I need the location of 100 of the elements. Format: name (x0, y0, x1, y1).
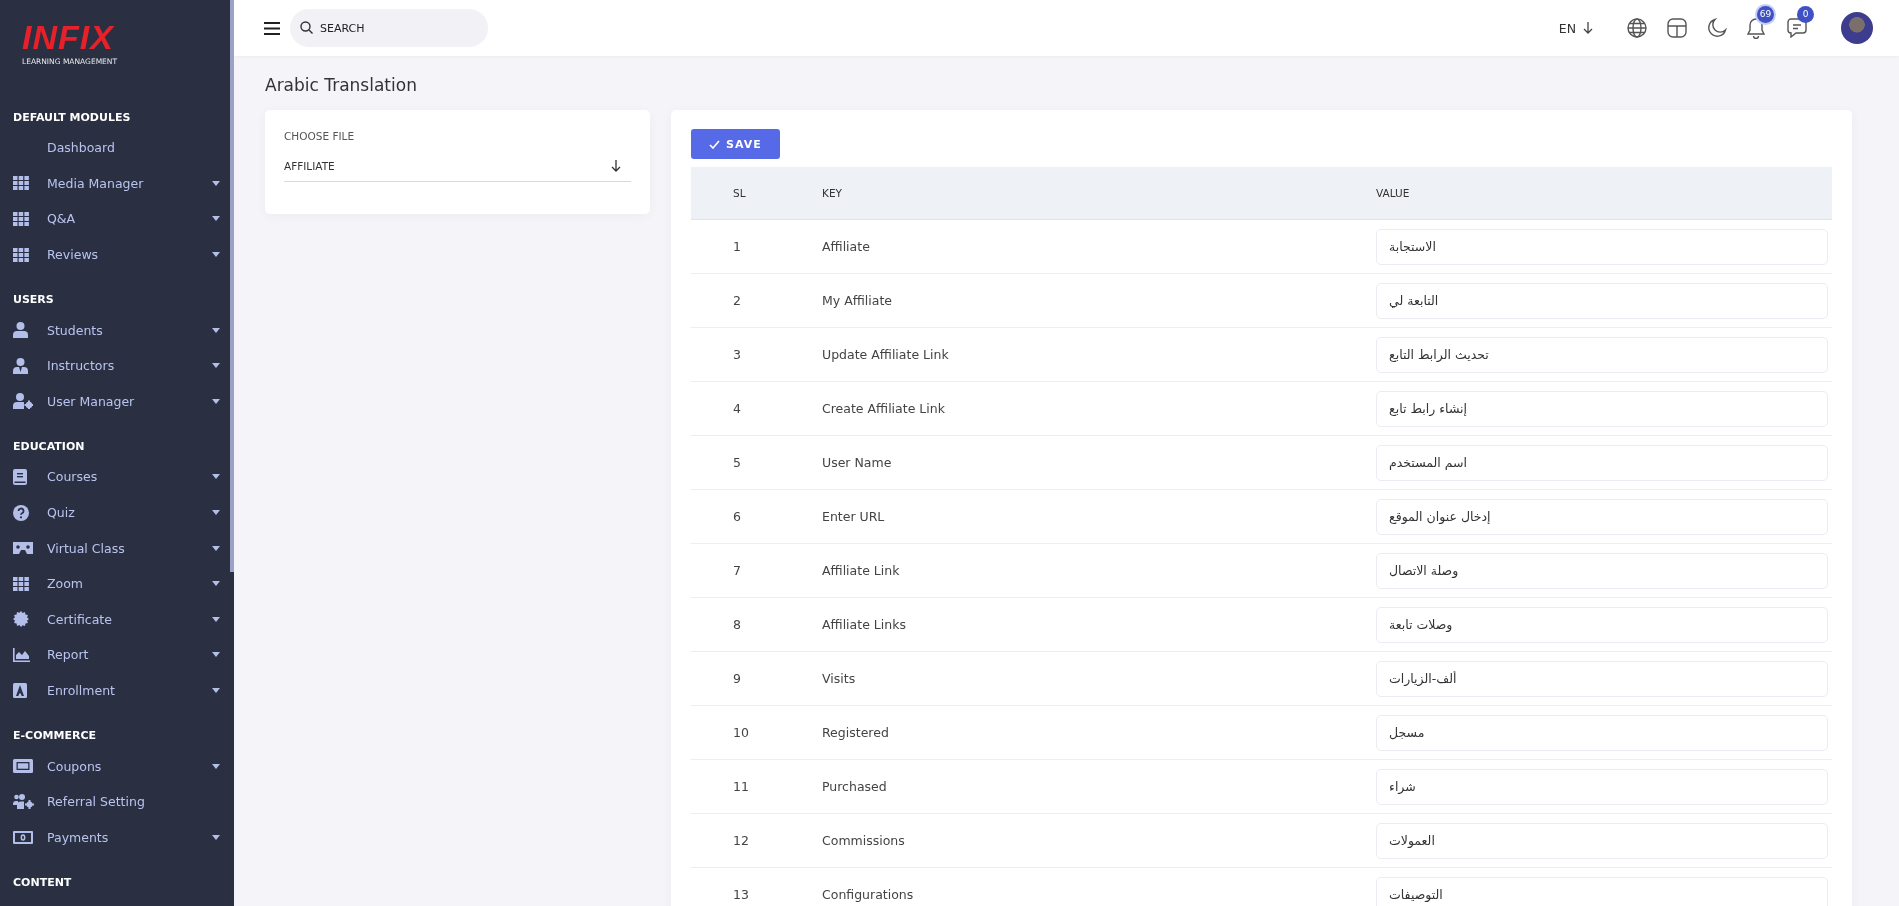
grid-icon (13, 576, 29, 591)
table-cell: 4 (691, 381, 798, 436)
sidebar-item[interactable]: Certificate (47, 611, 212, 627)
search-icon (300, 21, 313, 34)
table-cell: 8 (691, 597, 798, 652)
sidebar-item[interactable]: Students (47, 322, 212, 338)
column-header: SL (691, 167, 798, 220)
table-cell: User Name (798, 435, 1375, 490)
field-label: CHOOSE FILE (284, 130, 355, 142)
arrow-down-icon (611, 160, 621, 172)
sidebar-item[interactable]: Quiz (47, 505, 212, 521)
table-cell: Visits (798, 651, 1375, 706)
sidebar-item[interactable]: Enrollment (47, 683, 212, 698)
sidebar-item[interactable]: Zoom (47, 576, 212, 592)
value-field[interactable]: ألف-الزيارات (1376, 660, 1828, 697)
book-icon (13, 468, 27, 485)
section-heading: DEFAULT MODULES (13, 110, 132, 126)
value-field[interactable]: تحديث الرابط التابع (1376, 336, 1828, 373)
check-icon (709, 139, 720, 149)
sidebar-item[interactable]: Instructors (47, 358, 212, 374)
enrollment-icon (13, 683, 27, 698)
table-cell: Registered (798, 705, 1375, 760)
table-cell: 6 (691, 489, 798, 544)
column-header: VALUE (1375, 167, 1832, 220)
value-field[interactable]: وصلات تابعة (1376, 606, 1828, 643)
value-field[interactable]: شراء (1376, 768, 1828, 805)
table-cell: 1 (691, 219, 798, 274)
user-avatar[interactable] (1841, 12, 1873, 44)
globe-icon[interactable] (1627, 18, 1647, 38)
table-cell: My Affiliate (798, 273, 1375, 328)
ticket-icon (13, 759, 33, 774)
table-cell: 3 (691, 327, 798, 382)
menu-icon[interactable] (264, 21, 280, 35)
bell-icon[interactable] (1747, 17, 1765, 39)
section-heading: EDUCATION (13, 439, 86, 456)
section-heading: E-COMMERCE (13, 728, 97, 745)
chat-icon[interactable] (1787, 18, 1807, 38)
sidebar-item[interactable]: Q&A (47, 211, 212, 227)
sidebar-item[interactable]: Courses (47, 469, 212, 485)
notification-badge: 69 (1757, 5, 1774, 23)
sidebar-item[interactable]: Referral Setting (47, 794, 220, 810)
question-icon (13, 504, 29, 521)
sidebar-item[interactable]: User Manager (47, 393, 212, 409)
sidebar-item[interactable]: Media Manager (47, 175, 212, 191)
table-cell: 11 (691, 759, 798, 814)
table-cell: Affiliate Link (798, 543, 1375, 598)
sidebar-item[interactable]: Report (47, 647, 212, 663)
table-cell: 12 (691, 813, 798, 868)
sidebar-item[interactable]: Dashboard (47, 140, 220, 156)
table-cell: Create Affiliate Link (798, 381, 1375, 436)
logo-title: INFIX (22, 20, 116, 54)
vr-headset-icon (13, 542, 33, 555)
table-cell: Commissions (798, 813, 1375, 868)
sidebar-item[interactable]: Payments (47, 829, 212, 845)
grid-icon (13, 212, 29, 226)
section-heading: USERS (13, 292, 55, 309)
table-cell: Configurations (798, 867, 1375, 906)
value-field[interactable]: اسم المستخدم (1376, 444, 1828, 481)
moon-icon[interactable] (1707, 18, 1727, 38)
value-field[interactable]: مسجل (1376, 714, 1828, 751)
language-selector[interactable]: EN (1558, 20, 1576, 36)
table-cell: 7 (691, 543, 798, 598)
user-gear-icon (13, 393, 33, 410)
table-cell: 9 (691, 651, 798, 706)
table-cell: Update Affiliate Link (798, 327, 1375, 382)
table-cell: 5 (691, 435, 798, 490)
value-field[interactable]: إنشاء رابط تابع (1376, 390, 1828, 427)
value-field[interactable]: التوصيفات (1376, 876, 1828, 906)
arrow-down-icon[interactable] (1583, 22, 1593, 34)
value-field[interactable]: إدخال عنوان الموقع (1376, 498, 1828, 535)
value-field[interactable]: وصلة الاتصال (1376, 552, 1828, 589)
column-header: KEY (798, 167, 1375, 220)
layout-icon[interactable] (1667, 18, 1687, 38)
table-cell: 10 (691, 705, 798, 760)
value-field[interactable]: الاستجابة (1376, 228, 1828, 265)
file-select[interactable]: AFFILIATE (284, 160, 631, 182)
sidebar-scrollbar[interactable] (230, 0, 234, 572)
grid-icon (13, 176, 29, 191)
user-tie-icon (13, 357, 28, 374)
sidebar-item[interactable]: Reviews (47, 247, 212, 263)
certificate-seal-icon (13, 611, 29, 628)
sidebar-item[interactable]: Virtual Class (47, 540, 212, 556)
user-icon (13, 322, 28, 339)
users-gear-icon (13, 794, 34, 810)
table-cell: Affiliate (798, 219, 1375, 274)
table-cell: 2 (691, 273, 798, 328)
search-field[interactable]: SEARCH (290, 9, 488, 47)
page-title: Arabic Translation (265, 75, 418, 95)
sidebar-item[interactable]: Coupons (47, 758, 212, 774)
value-field[interactable]: العمولات (1376, 822, 1828, 859)
message-badge: 0 (1797, 6, 1814, 23)
table-cell: Purchased (798, 759, 1375, 814)
money-bill-icon (13, 830, 33, 844)
table-cell: Enter URL (798, 489, 1375, 544)
save-button[interactable]: SAVE (691, 129, 780, 159)
grid-icon (13, 247, 29, 262)
table-cell: Affiliate Links (798, 597, 1375, 652)
section-heading: CONTENT (13, 875, 73, 892)
table-cell: 13 (691, 867, 798, 906)
value-field[interactable]: التابعة لي (1376, 282, 1828, 319)
